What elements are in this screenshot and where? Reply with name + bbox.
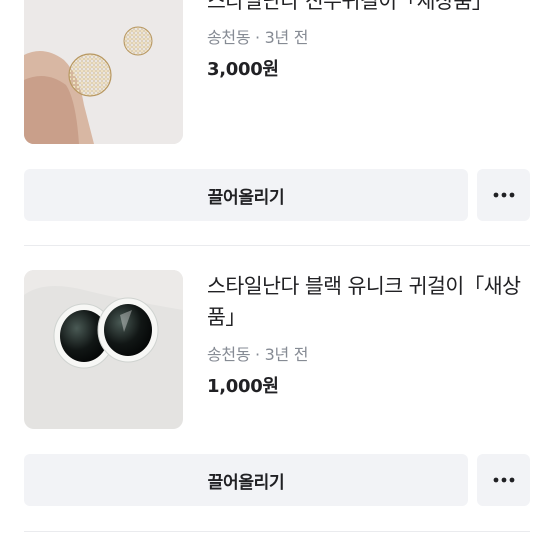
bump-up-button[interactable]: 끌어올리기 [24, 169, 468, 221]
more-options-button[interactable] [477, 169, 530, 221]
item-meta: 송천동 · 3년 전 [207, 28, 309, 47]
more-horizontal-icon [493, 477, 514, 483]
divider [24, 531, 530, 532]
divider [24, 245, 530, 246]
bump-up-button[interactable]: 끌어올리기 [24, 454, 468, 506]
item-thumbnail[interactable] [24, 270, 183, 429]
item-price: 3,000원 [207, 59, 279, 80]
item-title[interactable]: 스타일난다 진주귀걸이「새상품」 [207, 0, 527, 17]
more-options-button[interactable] [477, 454, 530, 506]
item-thumbnail[interactable] [24, 0, 183, 144]
item-title[interactable]: 스타일난다 블랙 유니크 귀걸이「새상품」 [207, 271, 527, 333]
pearl-earrings-photo [24, 0, 183, 144]
more-horizontal-icon [493, 192, 514, 198]
sales-history-list: 스타일난다 진주귀걸이「새상품」 송천동 · 3년 전 3,000원 끌어올리기 [0, 0, 554, 554]
black-earrings-photo [24, 270, 183, 429]
item-meta: 송천동 · 3년 전 [207, 345, 309, 364]
item-price: 1,000원 [207, 376, 279, 397]
